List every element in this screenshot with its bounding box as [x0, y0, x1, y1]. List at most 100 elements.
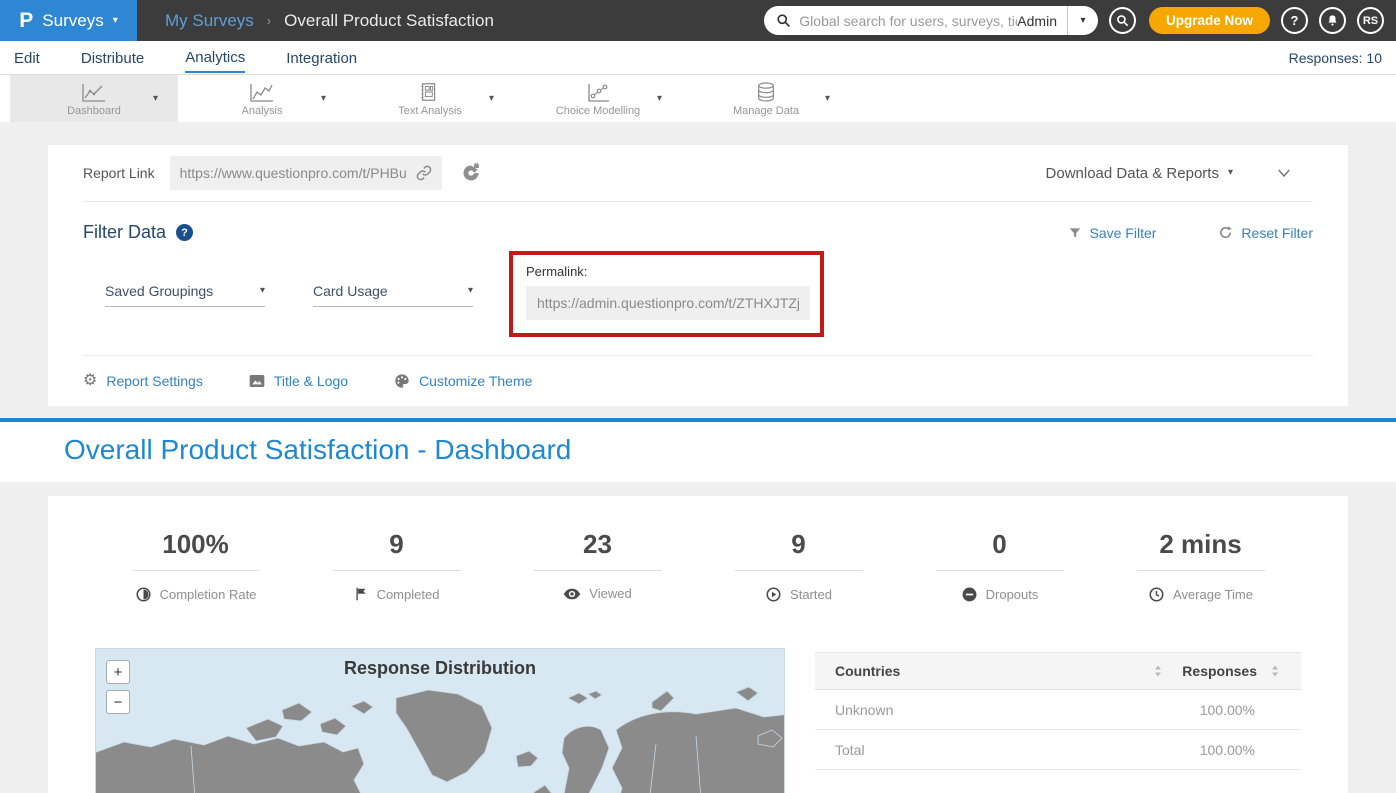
- caret-down-icon: ▾: [113, 16, 118, 26]
- filter-help-icon[interactable]: ?: [176, 224, 193, 241]
- stat-completion-rate: 100% Completion Rate: [95, 529, 296, 603]
- stat-average-time: 2 mins Average Time: [1100, 529, 1301, 603]
- breadcrumb-current: Overall Product Satisfaction: [284, 11, 494, 31]
- globe-lock-icon[interactable]: [461, 163, 481, 183]
- table-row: Unknown 100.00%: [815, 690, 1301, 730]
- report-link-input[interactable]: [180, 165, 416, 181]
- tab-analysis[interactable]: Analysis ▾: [178, 75, 346, 122]
- surveys-product-menu[interactable]: P Surveys ▾: [0, 0, 137, 41]
- search-scope-label: Admin: [1017, 13, 1067, 29]
- global-search-input[interactable]: [799, 13, 1017, 29]
- funnel-icon: [1068, 226, 1082, 240]
- tab-label: Manage Data: [733, 105, 799, 117]
- download-data-reports-menu[interactable]: Download Data & Reports ▾: [1046, 165, 1233, 182]
- search-icon: [776, 13, 791, 28]
- response-distribution-map[interactable]: + − Response Distribution: [95, 648, 785, 793]
- filter-selects: Saved Groupings ▾ Card Usage ▾: [83, 283, 473, 307]
- gear-icon: ⚙: [83, 373, 97, 389]
- reset-filter-button[interactable]: Reset Filter: [1218, 225, 1313, 241]
- tab-dashboard[interactable]: Dashboard ▾: [10, 75, 178, 122]
- permalink-input[interactable]: [526, 286, 810, 320]
- card-usage-select[interactable]: Card Usage ▾: [313, 283, 473, 307]
- world-map: [96, 684, 785, 793]
- col-responses-label: Responses: [1182, 663, 1257, 679]
- page-body: Report Link Download Data & Reports ▾: [0, 122, 1396, 793]
- caret-down-icon[interactable]: ▾: [321, 94, 326, 104]
- save-filter-button[interactable]: Save Filter: [1068, 225, 1157, 241]
- caret-down-icon[interactable]: ▾: [657, 94, 662, 104]
- map-title: Response Distribution: [96, 649, 784, 679]
- stat-dropouts: 0 Dropouts: [899, 529, 1100, 603]
- help-button[interactable]: ?: [1281, 7, 1308, 34]
- document-grid-icon: [419, 81, 441, 103]
- stat-started: 9 Started: [698, 529, 899, 603]
- report-link-row: Report Link Download Data & Reports ▾: [83, 145, 1313, 202]
- notifications-button[interactable]: [1319, 7, 1346, 34]
- avatar[interactable]: RS: [1357, 7, 1384, 34]
- survey-nav: Edit Distribute Analytics Integration Re…: [0, 41, 1396, 75]
- bell-icon: [1326, 14, 1339, 27]
- breadcrumb: My Surveys › Overall Product Satisfactio…: [165, 11, 494, 31]
- dashboard-lower-row: + − Response Distribution: [95, 648, 1301, 793]
- sort-icon[interactable]: [1152, 664, 1164, 678]
- tab-choice-modelling[interactable]: Choice Modelling ▾: [514, 75, 682, 122]
- reset-filter-label: Reset Filter: [1241, 225, 1313, 241]
- caret-down-icon: ▾: [1228, 168, 1233, 178]
- search-button[interactable]: [1109, 7, 1136, 34]
- chevron-down-icon[interactable]: [1275, 164, 1293, 182]
- saved-groupings-select[interactable]: Saved Groupings ▾: [105, 283, 265, 307]
- link-icon[interactable]: [416, 165, 432, 181]
- upgrade-now-button[interactable]: Upgrade Now: [1149, 7, 1270, 34]
- filter-data-title: Filter Data: [83, 222, 166, 243]
- nav-analytics[interactable]: Analytics: [185, 42, 245, 73]
- palette-icon: [394, 373, 410, 389]
- caret-down-icon[interactable]: ▾: [825, 94, 830, 104]
- save-filter-label: Save Filter: [1090, 225, 1157, 241]
- questionpro-logo: P: [19, 9, 33, 33]
- map-zoom-in-button[interactable]: +: [106, 660, 130, 684]
- flag-icon: [354, 586, 369, 602]
- search-scope-dropdown[interactable]: ▾: [1068, 16, 1098, 26]
- nav-edit[interactable]: Edit: [14, 43, 40, 72]
- report-settings-panel: Report Link Download Data & Reports ▾: [48, 145, 1348, 406]
- customize-theme-button[interactable]: Customize Theme: [394, 373, 532, 389]
- tab-text-analysis[interactable]: Text Analysis ▾: [346, 75, 514, 122]
- countries-table-header: Countries Responses: [815, 652, 1301, 690]
- countries-table: Countries Responses Unknown 100.00%: [815, 652, 1301, 793]
- product-label: Surveys: [42, 11, 103, 31]
- report-link-field: [170, 156, 442, 190]
- dashboard-card: 100% Completion Rate 9 Completed: [48, 496, 1348, 793]
- eye-icon: [563, 587, 581, 601]
- report-link-right: Download Data & Reports ▾: [1046, 164, 1313, 182]
- filter-header: Filter Data ? Save Filter Reset Filter: [83, 202, 1313, 243]
- line-chart-icon: [81, 81, 107, 103]
- report-actions-row: ⚙ Report Settings Title & Logo Customize…: [83, 356, 1313, 406]
- topbar: P Surveys ▾ My Surveys › Overall Product…: [0, 0, 1396, 41]
- search-icon: [1116, 14, 1129, 27]
- stat-completed: 9 Completed: [296, 529, 497, 603]
- nav-distribute[interactable]: Distribute: [81, 43, 144, 72]
- database-icon: [754, 81, 778, 103]
- report-settings-button[interactable]: ⚙ Report Settings: [83, 373, 203, 389]
- map-zoom-controls: + −: [106, 660, 130, 714]
- breadcrumb-separator-icon: ›: [267, 13, 271, 28]
- page-title: Overall Product Satisfaction - Dashboard: [64, 434, 1396, 466]
- stat-viewed: 23 Viewed: [497, 529, 698, 603]
- responses-count: Responses: 10: [1289, 50, 1382, 66]
- caret-down-icon[interactable]: ▾: [489, 94, 494, 104]
- download-label: Download Data & Reports: [1046, 165, 1219, 182]
- minus-circle-icon: [961, 586, 978, 603]
- filter-body: Saved Groupings ▾ Card Usage ▾ Permalink…: [83, 251, 1313, 337]
- filter-actions: Save Filter Reset Filter: [1068, 225, 1314, 241]
- map-zoom-out-button[interactable]: −: [106, 690, 130, 714]
- global-search-bar: Admin ▾: [764, 6, 1098, 35]
- tab-manage-data[interactable]: Manage Data ▾: [682, 75, 850, 122]
- breadcrumb-my-surveys[interactable]: My Surveys: [165, 11, 254, 31]
- sort-icon[interactable]: [1269, 664, 1281, 678]
- nav-integration[interactable]: Integration: [286, 43, 357, 72]
- permalink-label: Permalink:: [526, 264, 807, 279]
- caret-down-icon[interactable]: ▾: [153, 94, 158, 104]
- title-band: Overall Product Satisfaction - Dashboard: [0, 422, 1396, 482]
- tab-label: Choice Modelling: [556, 105, 640, 117]
- title-logo-button[interactable]: Title & Logo: [249, 373, 348, 389]
